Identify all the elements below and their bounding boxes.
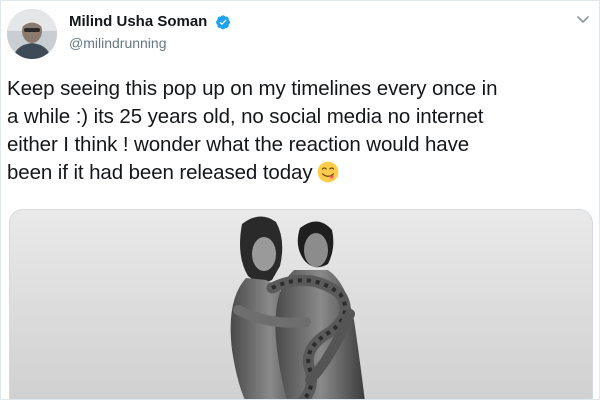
chevron-down-icon	[577, 16, 589, 24]
tweet-card: Milind Usha Soman @milindrunning Keep se…	[0, 0, 600, 400]
user-handle[interactable]: @milindrunning	[69, 35, 231, 51]
profile-photo-icon	[7, 9, 57, 59]
tweet-text-line: either I think ! wonder what the reactio…	[7, 133, 470, 156]
tweet-text-line: a while :) its 25 years old, no social m…	[7, 105, 484, 128]
tweet-text: Keep seeing this pop up on my timelines …	[7, 75, 593, 187]
tweet-menu-button[interactable]	[575, 11, 591, 27]
tweet-header: Milind Usha Soman @milindrunning	[7, 9, 593, 61]
tweet-text-line: been if it had been released today	[7, 161, 313, 184]
display-name[interactable]: Milind Usha Soman	[69, 13, 207, 30]
avatar[interactable]	[7, 9, 57, 59]
author-block: Milind Usha Soman @milindrunning	[69, 13, 231, 51]
face-savoring-food-emoji-icon	[318, 161, 339, 183]
photo-image	[10, 210, 592, 399]
tweet-text-line: Keep seeing this pop up on my timelines …	[7, 77, 498, 100]
verified-badge-icon	[215, 15, 230, 30]
tweet-text-line-last: been if it had been released today	[7, 159, 593, 187]
tweet-media-photo[interactable]	[9, 209, 593, 399]
